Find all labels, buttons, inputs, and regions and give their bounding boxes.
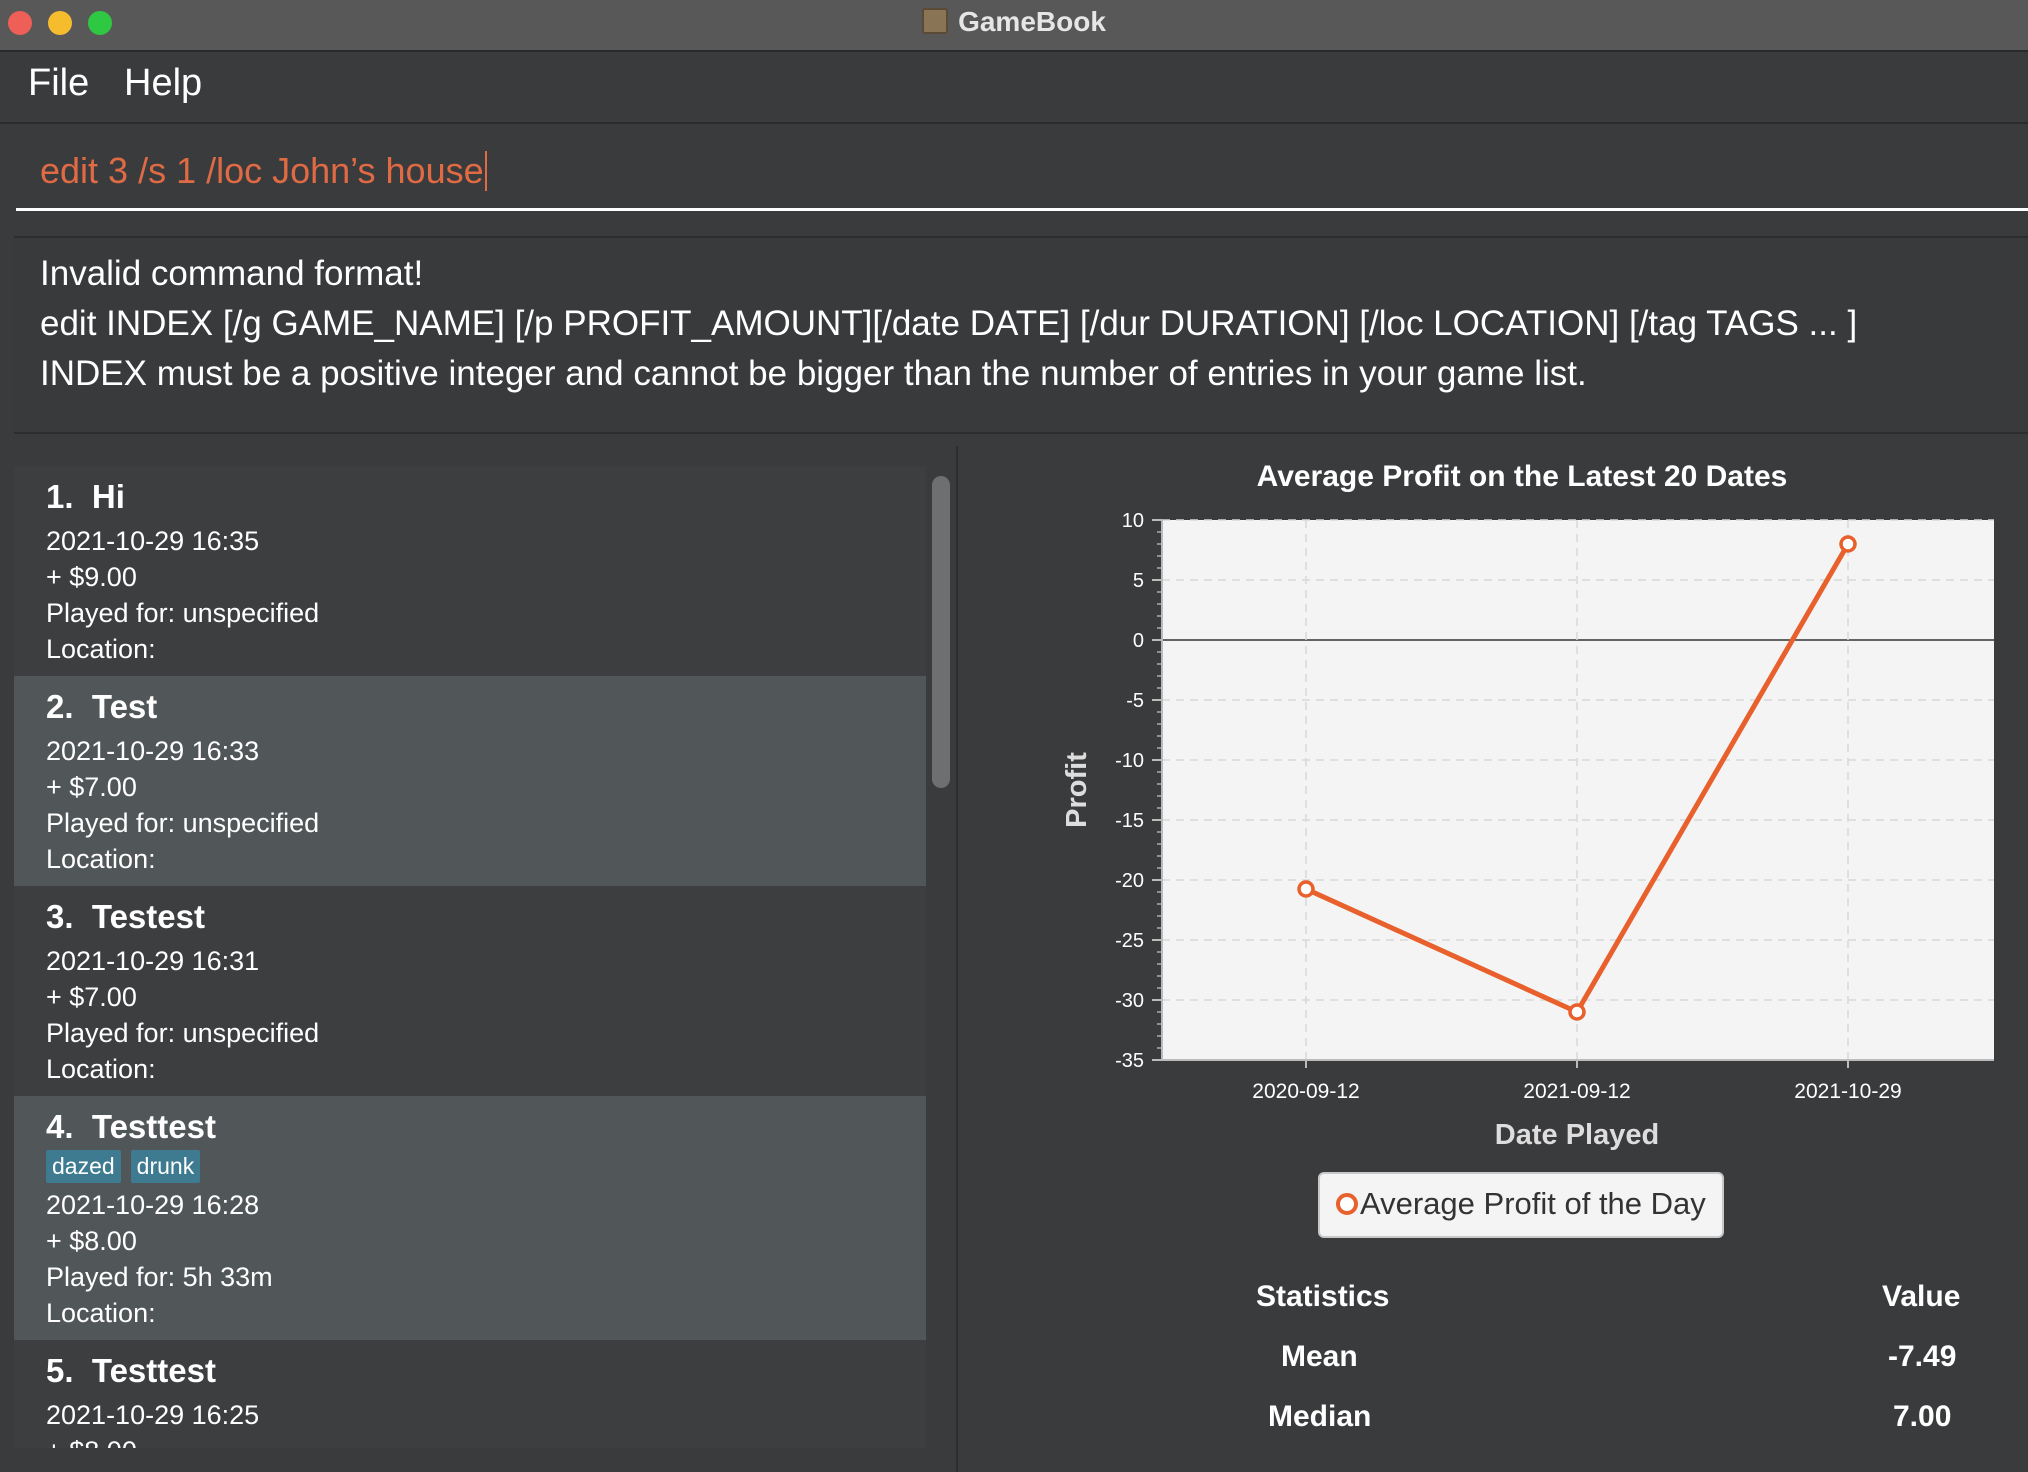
chart-legend[interactable]: Average Profit of the Day [1318, 1172, 1724, 1238]
menu-bar: File Help [0, 52, 2028, 124]
data-point [1839, 535, 1857, 553]
y-tick-label: 10 [1122, 510, 1144, 532]
entry-datetime: 2021-10-29 16:25 [46, 1400, 260, 1430]
list-scrollbar[interactable] [932, 476, 950, 788]
legend-label: Average Profit of the Day [1360, 1186, 1706, 1221]
entry-profit: + $8.00 [46, 1436, 137, 1448]
entry-location: Location: [46, 1054, 156, 1084]
game-entry-card[interactable]: 5. Testtest 2021-10-29 16:25 + $8.00 [14, 1340, 926, 1448]
entry-title: 2. Test [46, 688, 158, 725]
game-entry-card[interactable]: 3. Testest 2021-10-29 16:31 + $7.00 Play… [14, 886, 926, 1096]
entry-duration: Played for: 5h 33m [46, 1262, 273, 1292]
entry-title: 1. Hi [46, 478, 125, 515]
stats-header-label: Statistics [1256, 1280, 1390, 1313]
menu-file[interactable]: File [28, 62, 89, 105]
tag-badge: drunk [130, 1150, 201, 1183]
x-axis-label: Date Played [1495, 1119, 1659, 1151]
window-titlebar: GameBook [0, 0, 2028, 52]
series-line [1304, 542, 1851, 1015]
y-tick-label: -25 [1115, 930, 1144, 952]
command-underline [16, 208, 2028, 211]
game-list[interactable]: 1. Hi 2021-10-29 16:35 + $9.00 Played fo… [14, 466, 926, 1448]
menu-help[interactable]: Help [124, 62, 202, 105]
entry-datetime: 2021-10-29 16:35 [46, 526, 260, 556]
entry-datetime: 2021-10-29 16:31 [46, 946, 260, 976]
entry-tags: dazed drunk [46, 1150, 210, 1183]
window-title-text: GameBook [958, 6, 1106, 37]
stats-mean-label: Mean [1281, 1340, 1358, 1373]
app-icon [922, 8, 949, 34]
result-display: Invalid command format! edit INDEX [/g G… [14, 236, 2028, 434]
entry-title: 4. Testtest [46, 1108, 216, 1145]
y-axis-label: Profit [1061, 752, 1093, 828]
y-tick-label: 5 [1133, 570, 1144, 592]
entry-location: Location: [46, 634, 156, 664]
result-line: Invalid command format! [40, 254, 424, 293]
plot-area [1162, 520, 1994, 1060]
entry-title: 5. Testtest [46, 1352, 216, 1389]
stats-median-value: 7.00 [1893, 1400, 1952, 1433]
entry-datetime: 2021-10-29 16:33 [46, 736, 260, 766]
y-tick-label: -15 [1115, 810, 1144, 832]
y-tick-label: -30 [1115, 990, 1144, 1012]
x-tick-label: 2021-09-12 [1523, 1080, 1630, 1103]
result-line: edit INDEX [/g GAME_NAME] [/p PROFIT_AMO… [40, 304, 1858, 343]
game-entry-card[interactable]: 2. Test 2021-10-29 16:33 + $7.00 Played … [14, 676, 926, 886]
stats-mean-value: -7.49 [1888, 1340, 1957, 1373]
entry-profit: + $7.00 [46, 772, 137, 802]
game-entry-card[interactable]: 4. Testtest dazed drunk 2021-10-29 16:28 … [14, 1096, 926, 1340]
stats-median-label: Median [1268, 1400, 1372, 1433]
y-tick-label: -5 [1126, 690, 1144, 712]
entry-duration: Played for: unspecified [46, 808, 320, 838]
entry-profit: + $9.00 [46, 562, 137, 592]
x-tick-label: 2021-10-29 [1794, 1080, 1901, 1103]
y-tick-label: -35 [1115, 1050, 1144, 1072]
entry-location: Location: [46, 844, 156, 874]
y-tick-label: 0 [1133, 630, 1144, 652]
x-tick-label: 2020-09-12 [1252, 1080, 1359, 1103]
entry-datetime: 2021-10-29 16:28 [46, 1190, 260, 1220]
command-input-text: edit 3 /s 1 /loc John’s house [40, 150, 484, 191]
entry-duration: Played for: unspecified [46, 1018, 320, 1048]
entry-title: 3. Testest [46, 898, 205, 935]
entry-duration: Played for: unspecified [46, 598, 320, 628]
text-cursor [484, 151, 487, 191]
game-entry-card[interactable]: 1. Hi 2021-10-29 16:35 + $9.00 Played fo… [14, 466, 926, 676]
data-point [1297, 880, 1315, 898]
result-line: INDEX must be a positive integer and can… [40, 354, 1587, 393]
command-box[interactable]: edit 3 /s 1 /loc John’s house [0, 124, 2028, 234]
stats-header-value: Value [1882, 1280, 1961, 1313]
entry-profit: + $7.00 [46, 982, 137, 1012]
entry-location: Location: [46, 1298, 156, 1328]
legend-marker-icon [1336, 1193, 1358, 1215]
chart-title: Average Profit on the Latest 20 Dates [1256, 460, 1788, 493]
pane-divider[interactable] [956, 446, 958, 1472]
command-input[interactable]: edit 3 /s 1 /loc John’s house [40, 150, 487, 192]
entry-profit: + $8.00 [46, 1226, 137, 1256]
tag-badge: dazed [46, 1150, 121, 1183]
y-tick-label: -10 [1115, 750, 1144, 772]
window-title: GameBook [0, 6, 2028, 38]
data-point [1568, 1003, 1586, 1021]
y-tick-label: -20 [1115, 870, 1144, 892]
